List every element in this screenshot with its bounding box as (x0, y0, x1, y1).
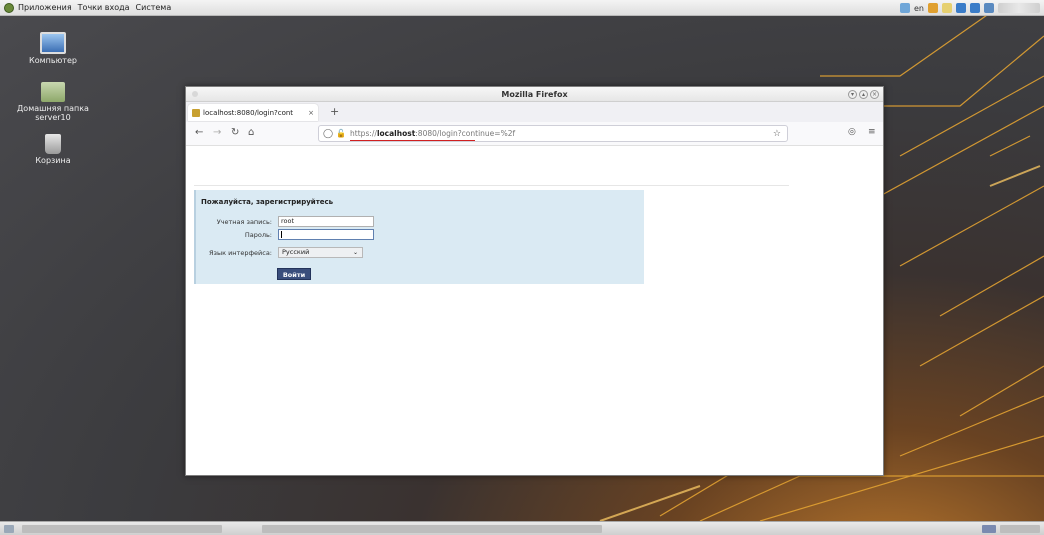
text-caret (281, 231, 282, 238)
app-tray-icon-2[interactable] (970, 3, 980, 13)
url-text[interactable]: https://localhost:8080/login?continue=%2… (350, 129, 516, 141)
new-tab-button[interactable]: + (330, 105, 339, 118)
reload-icon[interactable]: ↻ (231, 127, 239, 138)
display-icon[interactable] (984, 3, 994, 13)
language-label: Язык интерфейса: (208, 249, 272, 257)
system-tray: en (900, 1, 1044, 15)
distro-logo-icon[interactable] (4, 2, 14, 13)
header-divider (194, 185, 789, 186)
desktop-icon-trash[interactable]: Корзина (8, 134, 98, 165)
pocket-icon[interactable]: ◎ (848, 127, 856, 137)
account-label: Учетная запись: (216, 218, 272, 226)
insecure-lock-icon[interactable]: 🔓 (336, 129, 346, 138)
top-panel: Приложения Точки входа Система en (0, 0, 1044, 16)
window-menu-icon[interactable] (192, 91, 198, 97)
show-desktop-button[interactable] (4, 525, 14, 533)
tracking-shield-icon[interactable]: ◯ (323, 129, 333, 139)
password-input[interactable] (278, 229, 374, 240)
password-label: Пароль: (244, 231, 272, 239)
home-folder-icon (41, 82, 65, 102)
clock-redacted[interactable] (998, 3, 1040, 13)
page-content: Пожалуйста, зарегистрируйтесь Учетная за… (186, 147, 883, 475)
back-arrow-icon[interactable]: ← (195, 127, 203, 138)
tab-title: localhost:8080/login?cont (203, 108, 294, 117)
login-title: Пожалуйста, зарегистрируйтесь (201, 198, 334, 206)
login-panel: Пожалуйста, зарегистрируйтесь Учетная за… (194, 190, 644, 284)
language-select-value: Русский (282, 248, 310, 256)
network-icon[interactable] (928, 3, 938, 13)
login-button[interactable]: Войти (277, 268, 311, 280)
trash-icon (45, 134, 61, 154)
keyboard-layout-indicator[interactable]: en (914, 4, 924, 13)
firefox-window: Mozilla Firefox ▾ ▴ × localhost:8080/log… (185, 86, 884, 476)
menu-places[interactable]: Точки входа (78, 3, 130, 12)
taskbar-item-2[interactable] (262, 525, 602, 533)
desktop-icon-label: Компьютер (29, 56, 77, 65)
computer-icon (40, 32, 66, 54)
bottom-panel (0, 521, 1044, 535)
workspace-switcher[interactable] (982, 525, 996, 533)
desktop-icon-computer[interactable]: Компьютер (8, 32, 98, 65)
tab-bar: localhost:8080/login?cont × + (186, 102, 883, 122)
desktop-icon-label: Корзина (35, 156, 71, 165)
tab-close-icon[interactable]: × (308, 109, 314, 117)
app-tray-icon[interactable] (956, 3, 966, 13)
forward-arrow-icon[interactable]: → (213, 127, 221, 138)
taskbar-item[interactable] (22, 525, 222, 533)
tab-login[interactable]: localhost:8080/login?cont × (188, 104, 318, 121)
chevron-down-icon: ⌄ (352, 249, 358, 256)
workspace-switcher-2[interactable] (1000, 525, 1040, 533)
close-icon[interactable]: × (870, 90, 879, 99)
language-select[interactable]: Русский ⌄ (278, 247, 363, 258)
favicon-icon (192, 108, 200, 117)
url-host: localhost (376, 129, 416, 138)
minimize-icon[interactable]: ▾ (848, 90, 857, 99)
url-scheme: https:// (350, 129, 377, 138)
account-input[interactable]: root (278, 216, 374, 227)
maximize-icon[interactable]: ▴ (859, 90, 868, 99)
menu-system[interactable]: Система (136, 3, 172, 12)
menu-applications[interactable]: Приложения (18, 3, 72, 12)
desktop-icon-home[interactable]: Домашняя папка server10 (8, 82, 98, 122)
bookmark-star-icon[interactable]: ☆ (773, 129, 781, 139)
notes-icon[interactable] (900, 3, 910, 13)
desktop-icon-label: Домашняя папка server10 (17, 104, 89, 122)
hamburger-menu-icon[interactable]: ≡ (868, 127, 876, 137)
window-titlebar[interactable]: Mozilla Firefox ▾ ▴ × (186, 87, 883, 102)
navigation-bar: ← → ↻ ⌂ ◯ 🔓 https://localhost:8080/login… (186, 122, 883, 146)
home-icon[interactable]: ⌂ (248, 127, 254, 138)
url-bar[interactable]: ◯ 🔓 https://localhost:8080/login?continu… (318, 125, 788, 142)
window-title: Mozilla Firefox (501, 90, 568, 99)
url-warning-underline (350, 139, 476, 141)
update-icon[interactable] (942, 3, 952, 13)
url-path: :8080/login?continue=%2f (415, 129, 516, 138)
